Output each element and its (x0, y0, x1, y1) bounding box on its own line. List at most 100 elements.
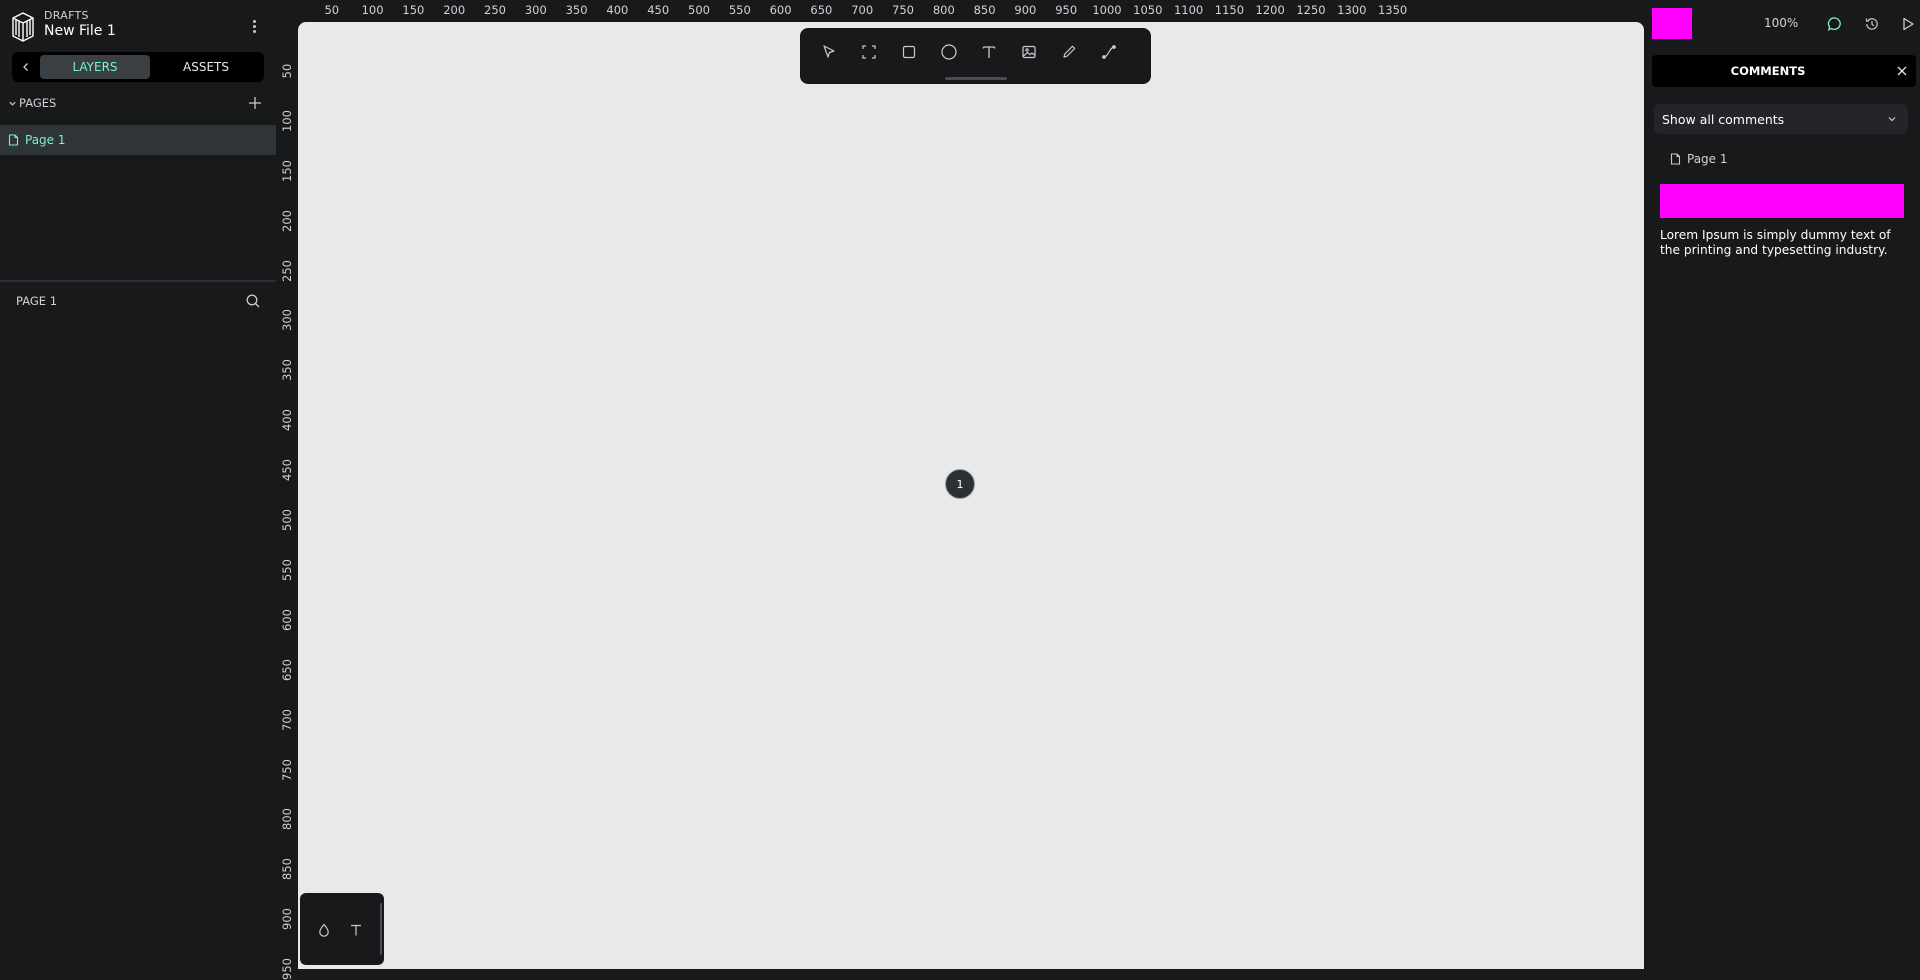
ruler-tick-label: 150 (402, 3, 425, 17)
layers-section-title: PAGE 1 (16, 294, 58, 308)
ruler-tick-label: 100 (280, 109, 294, 132)
project-name[interactable]: DRAFTS (44, 9, 89, 22)
ruler-tick-label: 250 (484, 3, 506, 17)
comment-text[interactable]: Lorem Ipsum is simply dummy text of the … (1660, 228, 1908, 258)
tab-layers[interactable]: LAYERS (40, 55, 150, 79)
ruler-tick-label: 200 (443, 3, 466, 17)
back-arrow-icon[interactable] (12, 52, 40, 82)
ruler-tick-label: 1100 (1173, 3, 1204, 17)
toolbar-drag-handle[interactable] (945, 77, 1007, 80)
app-logo-icon[interactable] (10, 10, 36, 42)
ruler-tick-label: 800 (280, 808, 294, 831)
file-menu-icon[interactable] (246, 16, 262, 36)
page-file-icon (1670, 153, 1681, 165)
sidebar-divider[interactable] (0, 280, 276, 282)
ruler-tick-label: 50 (280, 63, 294, 79)
pencil-icon[interactable] (1058, 41, 1080, 63)
chevron-down-icon (1886, 113, 1898, 125)
add-page-icon[interactable] (246, 94, 264, 112)
file-name[interactable]: New File 1 (44, 23, 116, 39)
ruler-tick-label: 950 (1055, 3, 1078, 17)
comments-filter-value: Show all comments (1662, 112, 1785, 127)
page-list-item[interactable]: Page 1 (0, 125, 276, 155)
image-icon[interactable] (1018, 41, 1040, 63)
ruler-tick-label: 1050 (1133, 3, 1163, 17)
ruler-tick-label: 1300 (1337, 3, 1367, 17)
ruler-tick-label: 200 (280, 209, 294, 232)
ruler-tick-label: 550 (280, 558, 294, 581)
ruler-tick-label: 850 (280, 858, 294, 881)
pages-section-toggle[interactable]: PAGES (8, 95, 56, 111)
ruler-tick-label: 1000 (1092, 3, 1122, 17)
ruler-tick-label: 750 (280, 758, 294, 781)
ruler-tick-label: 1200 (1255, 3, 1285, 17)
comment-pin[interactable]: 1 (945, 469, 975, 499)
ruler-tick-label: 150 (280, 159, 294, 182)
tab-assets[interactable]: ASSETS (152, 55, 260, 79)
pointer-icon[interactable] (818, 41, 840, 63)
drawing-toolbar (800, 28, 1151, 84)
ruler-tick-label: 500 (688, 3, 710, 17)
ruler-tick-label: 400 (606, 3, 629, 17)
rectangle-icon[interactable] (898, 41, 920, 63)
ruler-tick-label: 900 (280, 908, 294, 931)
left-sidebar: DRAFTS New File 1 LAYERS ASSETS PAGES Pa… (0, 0, 276, 969)
ruler-tick-label: 50 (324, 3, 340, 17)
ellipse-icon[interactable] (938, 41, 960, 63)
search-icon[interactable] (245, 293, 261, 309)
design-canvas[interactable]: 1 (298, 22, 1644, 969)
ruler-tick-label: 700 (851, 3, 874, 17)
ruler-tick-label: 600 (280, 608, 294, 631)
page-list-item-label: Page 1 (25, 133, 66, 147)
board-icon[interactable] (858, 41, 880, 63)
zoom-level[interactable]: 100% (1764, 16, 1798, 30)
page-file-icon (8, 134, 19, 146)
palette-drag-handle[interactable] (380, 903, 382, 955)
drop-icon[interactable] (314, 920, 334, 940)
comments-icon[interactable] (1825, 14, 1845, 34)
close-icon[interactable] (1894, 63, 1910, 79)
text-icon[interactable] (978, 41, 1000, 63)
pages-section-label: PAGES (19, 96, 57, 110)
path-icon[interactable] (1098, 41, 1120, 63)
ruler-tick-label: 600 (769, 3, 792, 17)
comments-header: COMMENTS (1652, 55, 1916, 87)
user-color-swatch[interactable] (1652, 8, 1692, 39)
horizontal-ruler: 50 100 150 200 250 300 350 400 450 500 550 600 650 70… (298, 0, 1644, 20)
palette-toolbar (300, 893, 384, 965)
ruler-tick-label: 250 (280, 259, 294, 282)
comments-title: COMMENTS (1730, 64, 1806, 78)
typography-icon[interactable] (346, 920, 366, 940)
vertical-ruler: 50 100 150 200 250 300 350 400 450 500 550 600 650 70… (276, 22, 298, 980)
ruler-tick-label: 500 (280, 509, 294, 531)
ruler-tick-label: 650 (810, 3, 833, 17)
ruler-tick-label: 300 (524, 3, 547, 17)
play-icon[interactable] (1898, 14, 1918, 34)
ruler-tick-label: 800 (932, 3, 955, 17)
ruler-tick-label: 1250 (1296, 3, 1326, 17)
comments-filter-select[interactable]: Show all comments (1654, 104, 1908, 134)
ruler-tick-label: 550 (728, 3, 751, 17)
ruler-tick-label: 900 (1014, 3, 1037, 17)
ruler-tick-label: 750 (892, 3, 914, 17)
ruler-tick-label: 850 (973, 3, 996, 17)
ruler-tick-label: 300 (280, 309, 294, 332)
comment-thread-page-label: Page 1 (1687, 152, 1728, 166)
ruler-tick-label: 650 (280, 658, 294, 681)
ruler-tick-label: 350 (565, 3, 588, 17)
ruler-tick-label: 1350 (1377, 3, 1408, 17)
comment-thread-page: Page 1 (1670, 151, 1728, 167)
ruler-tick-label: 400 (280, 409, 294, 432)
ruler-tick-label: 700 (280, 708, 294, 731)
ruler-tick-label: 100 (361, 3, 384, 17)
ruler-tick-label: 950 (280, 958, 294, 980)
ruler-tick-label: 1150 (1214, 3, 1245, 17)
ruler-tick-label: 450 (280, 459, 294, 482)
history-icon[interactable] (1862, 14, 1882, 34)
right-panel: 100% COMMENTS Show all comments Page 1 L… (1644, 0, 1920, 969)
chevron-down-icon (8, 99, 17, 108)
ruler-tick-label: 450 (647, 3, 670, 17)
comment-author-bar[interactable] (1660, 184, 1904, 218)
ruler-tick-label: 350 (280, 359, 294, 382)
sidebar-tab-bar: LAYERS ASSETS (12, 52, 264, 82)
